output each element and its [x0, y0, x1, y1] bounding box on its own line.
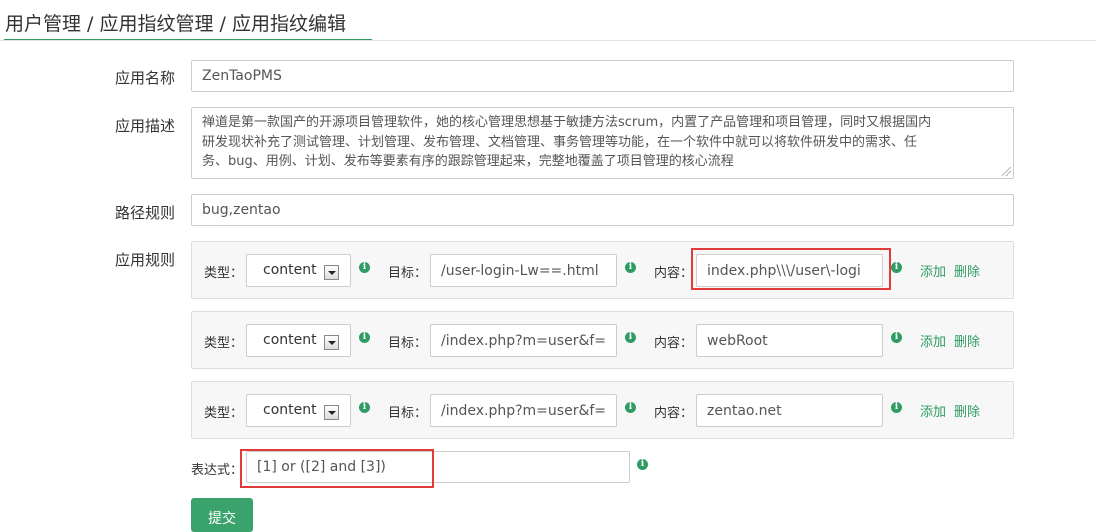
resize-handle[interactable]: [1002, 167, 1011, 176]
target-label: 目标：: [388, 406, 428, 421]
path-rule-value: bug,zentao: [202, 202, 281, 218]
app-name-value: ZenTaoPMS: [202, 68, 282, 84]
chevron-down-icon[interactable]: [324, 405, 339, 420]
type-select-value: content: [263, 332, 317, 348]
target-value: /user-login-Lw==.html: [441, 262, 599, 279]
app-desc-line: 研发现状补充了测试管理、计划管理、发布管理、文档管理、事务管理等功能，在一个软件…: [202, 134, 918, 150]
info-circle-icon[interactable]: i: [625, 402, 636, 413]
content-label: 内容：: [654, 406, 694, 421]
delete-rule-link[interactable]: 删除: [954, 331, 980, 350]
chevron-down-icon[interactable]: [324, 265, 339, 280]
info-circle-icon[interactable]: i: [891, 332, 902, 343]
app-name-input[interactable]: ZenTaoPMS: [191, 60, 1014, 92]
info-circle-icon[interactable]: i: [637, 459, 648, 470]
header-divider: [0, 40, 1096, 41]
content-value: zentao.net: [707, 402, 782, 419]
type-label: 类型：: [204, 266, 244, 281]
chevron-down-icon[interactable]: [324, 335, 339, 350]
target-input[interactable]: /user-login-Lw==.html: [430, 254, 617, 287]
content-input[interactable]: webRoot: [696, 324, 883, 357]
target-value: /index.php?m=user&f=: [441, 402, 607, 419]
app-desc-line: 禅道是第一款国产的开源项目管理软件，她的核心管理思想基于敏捷方法scrum，内置…: [202, 115, 932, 130]
type-select-value: content: [263, 262, 317, 278]
content-input[interactable]: zentao.net: [696, 394, 883, 427]
type-label: 类型：: [204, 336, 244, 351]
highlight-box-expression: [240, 449, 434, 488]
target-label: 目标：: [388, 336, 428, 351]
info-circle-icon[interactable]: i: [359, 332, 370, 343]
app-desc-line: 务、bug、用例、计划、发布等要素有序的跟踪管理起来，完整地覆盖了项目管理的核心…: [202, 154, 734, 169]
info-circle-icon[interactable]: i: [891, 262, 902, 273]
rule-panel-2: 类型： content i 目标： /index.php?m=user&f= i…: [191, 311, 1014, 369]
highlight-box-content: [691, 248, 891, 290]
content-value: webRoot: [707, 332, 768, 349]
info-circle-icon[interactable]: i: [625, 262, 636, 273]
delete-rule-link[interactable]: 删除: [954, 401, 980, 420]
add-rule-link[interactable]: 添加: [920, 401, 946, 420]
content-label: 内容：: [654, 336, 694, 351]
rule-panel-3: 类型： content i 目标： /index.php?m=user&f= i…: [191, 381, 1014, 439]
delete-rule-link[interactable]: 删除: [954, 261, 980, 280]
path-rule-input[interactable]: bug,zentao: [191, 194, 1014, 226]
expression-label: 表达式：: [191, 463, 244, 478]
info-circle-icon[interactable]: i: [359, 262, 370, 273]
target-label: 目标：: [388, 266, 428, 281]
target-input[interactable]: /index.php?m=user&f=: [430, 394, 617, 427]
type-select[interactable]: content: [246, 324, 351, 357]
target-input[interactable]: /index.php?m=user&f=: [430, 324, 617, 357]
type-label: 类型：: [204, 406, 244, 421]
target-value: /index.php?m=user&f=: [441, 332, 607, 349]
app-desc-textarea[interactable]: 禅道是第一款国产的开源项目管理软件，她的核心管理思想基于敏捷方法scrum，内置…: [191, 107, 1014, 179]
app-desc-label: 应用描述: [114, 117, 175, 135]
info-circle-icon[interactable]: i: [359, 402, 370, 413]
info-circle-icon[interactable]: i: [891, 402, 902, 413]
type-select-value: content: [263, 402, 317, 418]
content-label: 内容：: [654, 266, 694, 281]
info-circle-icon[interactable]: i: [625, 332, 636, 343]
type-select[interactable]: content: [246, 254, 351, 287]
add-rule-link[interactable]: 添加: [920, 261, 946, 280]
add-rule-link[interactable]: 添加: [920, 331, 946, 350]
submit-button[interactable]: 提交: [191, 498, 253, 532]
path-rule-label: 路径规则: [114, 204, 175, 222]
breadcrumb: 用户管理 / 应用指纹管理 / 应用指纹编辑: [5, 13, 346, 35]
type-select[interactable]: content: [246, 394, 351, 427]
app-name-label: 应用名称: [114, 69, 175, 87]
app-rule-label: 应用规则: [114, 251, 175, 269]
